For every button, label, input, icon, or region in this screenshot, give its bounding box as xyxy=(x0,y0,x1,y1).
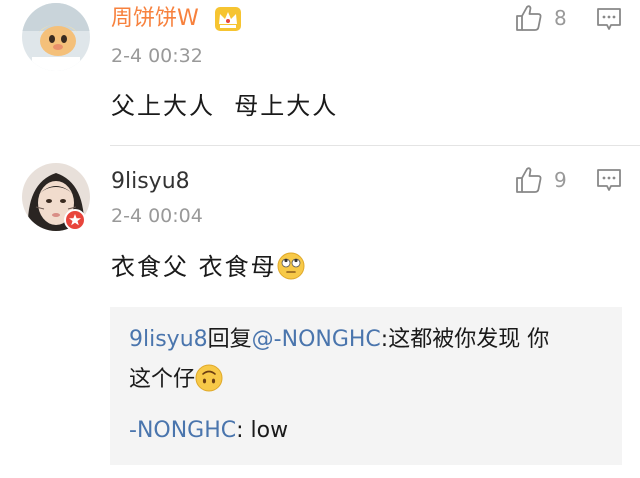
comment-icon[interactable] xyxy=(596,7,622,31)
reply-username-link[interactable]: 9lisyu8 xyxy=(129,327,208,352)
comment-icon[interactable] xyxy=(596,168,622,192)
comment-text: 父上大人 母上大人 xyxy=(111,92,339,120)
comment-item: 周饼饼W 2-4 00:32 8 父上大人 母上大人 xyxy=(0,0,640,145)
reply-line: 这个仔 xyxy=(129,364,223,395)
comment-text: 衣食父 衣食母 xyxy=(111,251,305,283)
reply-text: 这个仔 xyxy=(129,367,196,392)
mention-link[interactable]: @-NONGHC xyxy=(252,327,381,352)
comment-text-content: 衣食父 衣食母 xyxy=(111,253,277,281)
comment-list: 周饼饼W 2-4 00:32 8 父上大人 母上大人 9lisyu8 2-4 0… xyxy=(0,0,640,478)
like-button[interactable]: 8 xyxy=(514,3,574,33)
verified-badge-icon xyxy=(64,209,86,231)
eye-roll-emoji-icon xyxy=(277,252,305,280)
reply-box[interactable]: 9lisyu8回复@-NONGHC:这都被你发现 你 这个仔 -NONGHC: … xyxy=(110,307,622,465)
reply-line: -NONGHC: low xyxy=(129,416,288,446)
upside-down-face-emoji-icon xyxy=(195,364,223,392)
like-count: 9 xyxy=(554,168,567,192)
crown-icon xyxy=(214,6,242,32)
username[interactable]: 周饼饼W xyxy=(111,5,199,33)
comment-item: 9lisyu8 2-4 00:04 9 衣食父 衣食母 9lisyu8回复@-N… xyxy=(0,146,640,478)
like-count: 8 xyxy=(554,6,567,30)
thumbs-up-icon xyxy=(516,167,542,193)
reply-line: 9lisyu8回复@-NONGHC:这都被你发现 你 xyxy=(129,325,549,355)
thumbs-up-icon xyxy=(516,5,542,31)
avatar[interactable] xyxy=(22,3,90,71)
username[interactable]: 9lisyu8 xyxy=(111,168,190,196)
reply-username-link[interactable]: -NONGHC xyxy=(129,418,236,443)
reply-text: :这都被你发现 你 xyxy=(380,327,550,352)
timestamp: 2-4 00:32 xyxy=(111,45,203,67)
like-button[interactable]: 9 xyxy=(514,165,574,195)
timestamp: 2-4 00:04 xyxy=(111,205,203,227)
reply-action: 回复 xyxy=(207,327,252,352)
reply-text: : low xyxy=(236,418,289,443)
